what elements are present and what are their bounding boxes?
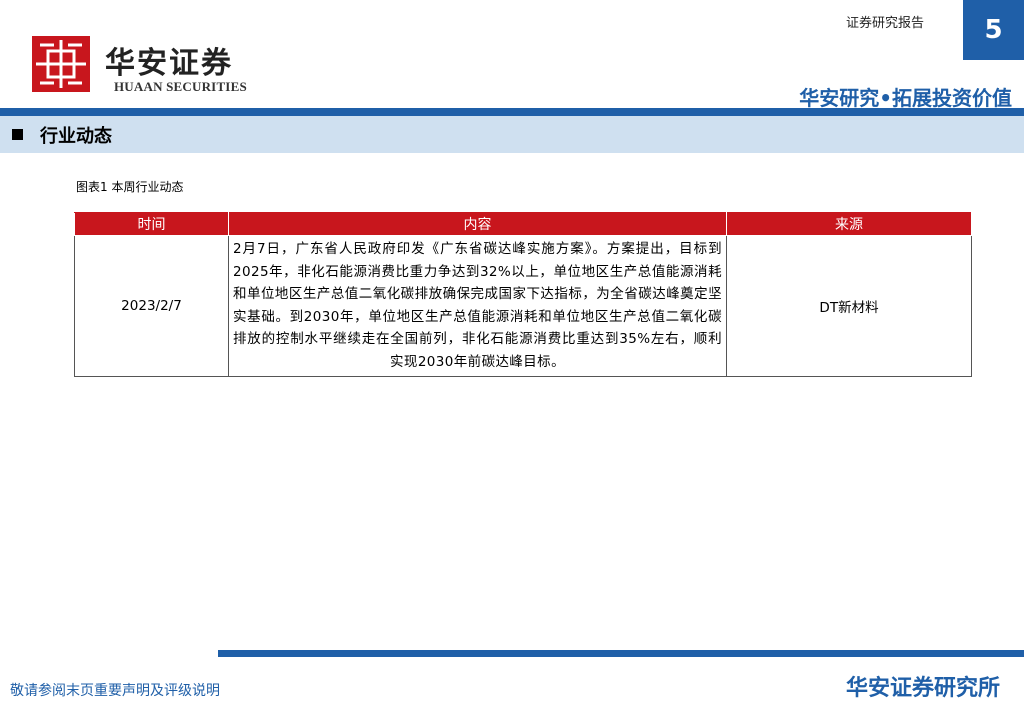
header-slogan: 华安研究•拓展投资价值 (799, 86, 1012, 110)
column-header-content: 内容 (228, 212, 727, 236)
footer-disclaimer: 敬请参阅末页重要声明及评级说明 (10, 683, 220, 699)
report-type-label: 证券研究报告 (846, 16, 925, 31)
cell-source: DT新材料 (726, 235, 972, 377)
section-bullet-icon (12, 129, 23, 140)
column-header-source: 来源 (726, 212, 972, 236)
logo-mark-icon (32, 36, 90, 92)
cell-content: 2月7日，广东省人民政府印发《广东省碳达峰实施方案》。方案提出，目标到2025年… (228, 235, 727, 377)
column-header-time: 时间 (74, 212, 229, 236)
industry-news-table: 时间 内容 来源 2023/2/7 2月7日，广东省人民政府印发《广东省碳达峰实… (74, 212, 972, 377)
table-row: 2023/2/7 2月7日，广东省人民政府印发《广东省碳达峰实施方案》。方案提出… (74, 235, 972, 377)
section-title: 行业动态 (40, 126, 112, 147)
page-number: 5 (963, 0, 1024, 60)
header-divider (0, 108, 1024, 116)
table-header-row: 时间 内容 来源 (74, 212, 972, 236)
logo-chinese-name: 华安证券 (105, 46, 233, 81)
footer-organization: 华安证券研究所 (845, 676, 1000, 701)
section-header: 行业动态 (0, 116, 1024, 153)
cell-time: 2023/2/7 (74, 235, 229, 377)
logo-english-name: HUAAN SECURITIES (114, 79, 247, 94)
footer-divider (218, 650, 1024, 657)
figure-caption: 图表1 本周行业动态 (76, 180, 184, 194)
